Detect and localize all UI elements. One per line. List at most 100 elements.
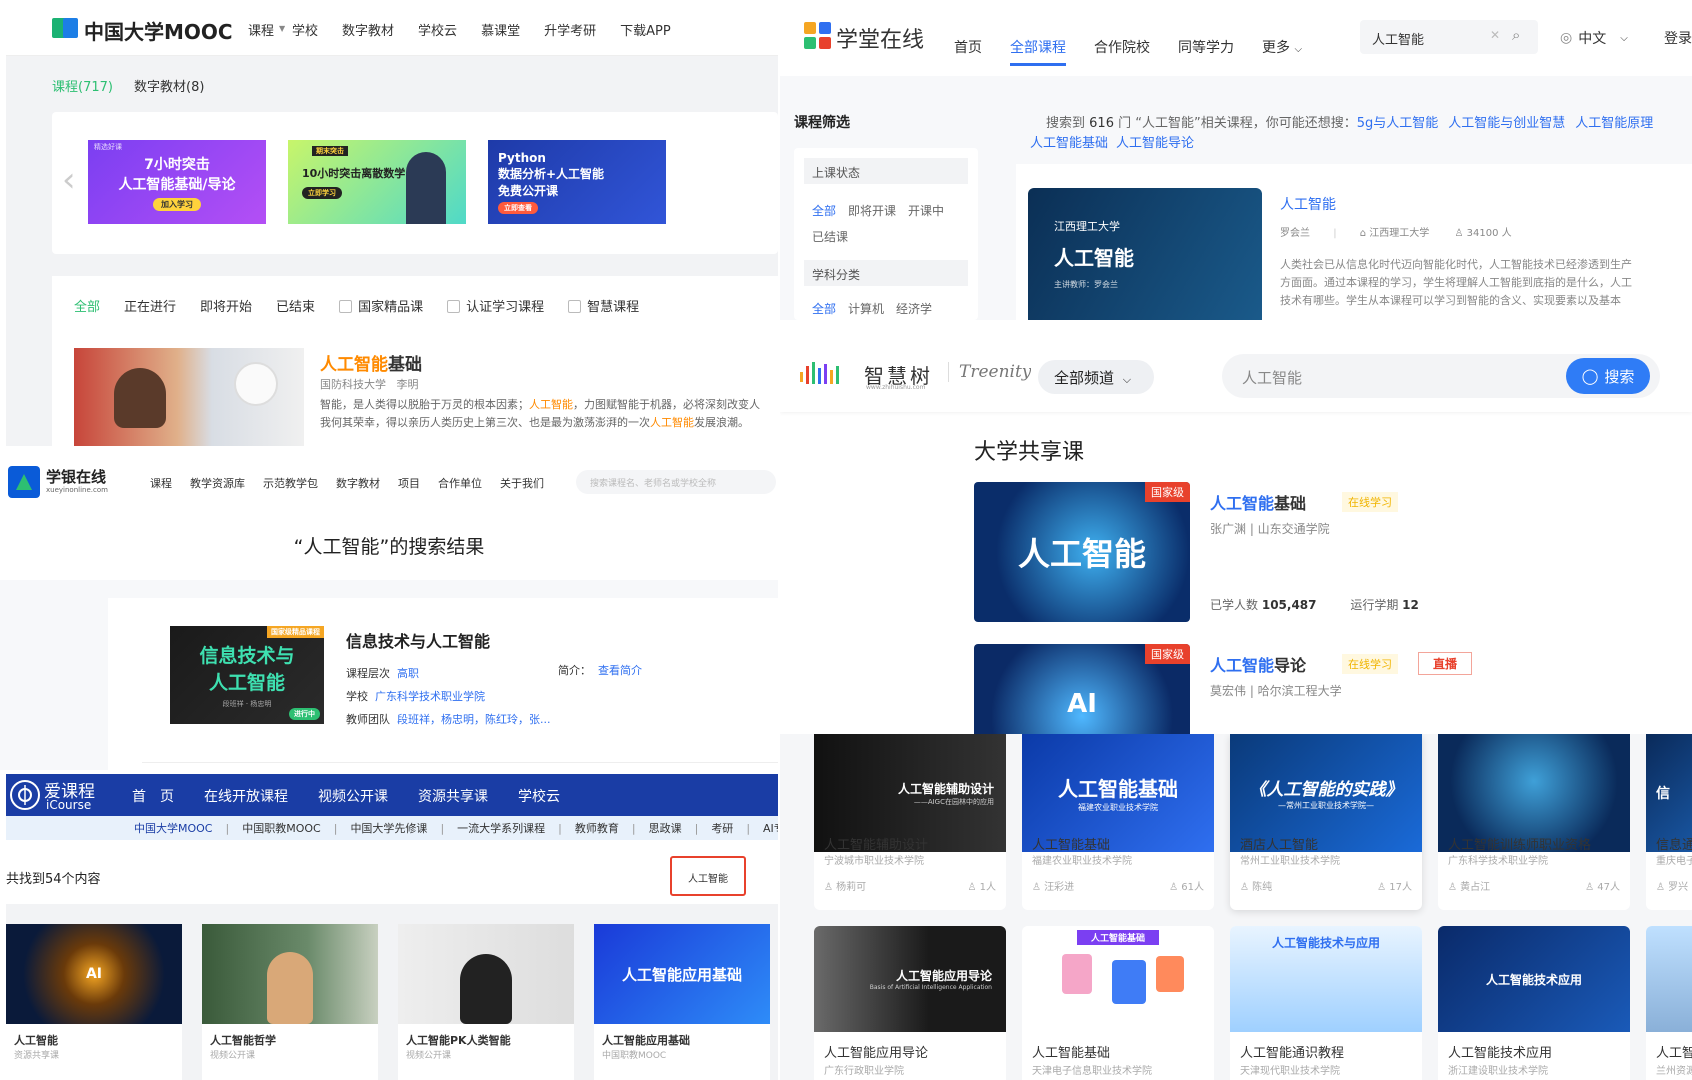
subnav-mooc[interactable]: 中国大学MOOC [134, 820, 213, 836]
xuetang-course-title[interactable]: 人工智能 [1280, 194, 1336, 214]
xuetang-language[interactable]: ◎ 中文 ⌵ [1560, 28, 1628, 48]
subnav-top-univ[interactable]: 一流大学系列课程 [457, 820, 545, 836]
subject-all[interactable]: 全部 [812, 302, 836, 316]
banner-ai-basics[interactable]: 精选好课 7小时突击 人工智能基础/导论 加入学习 [88, 140, 266, 224]
banner-python[interactable]: Python 数据分析+人工智能 免费公开课 立即查看 [488, 140, 666, 224]
grid-card-ai-app-intro[interactable]: 人工智能应用导论 Basis of Artificial Intelligenc… [814, 926, 1006, 1080]
mooc-nav-schools[interactable]: 学校 [292, 20, 318, 39]
suggest-startup[interactable]: 人工智能与创业智慧 [1448, 116, 1565, 131]
subnav-kaoyan[interactable]: 考研 [711, 820, 733, 836]
search-icon[interactable]: ⌕ [1512, 26, 1520, 44]
subnav-ideology[interactable]: 思政课 [649, 820, 682, 836]
status-all[interactable]: 全部 [812, 204, 836, 218]
grid-card-partial[interactable]: 人工智 兰州资源 [1646, 926, 1692, 1080]
icourse-nav-schoolcloud[interactable]: 学校云 [518, 786, 560, 806]
icourse-card-4[interactable]: 人工智能应用基础 人工智能应用基础 中国职教MOOC [594, 924, 770, 1080]
illustration-icon [1062, 954, 1092, 994]
filter-upcoming[interactable]: 即将开始 [200, 296, 252, 315]
subnav-prep[interactable]: 中国大学先修课 [350, 820, 427, 836]
icourse-card-1[interactable]: AI 人工智能 资源共享课 [6, 924, 182, 1080]
subject-econ[interactable]: 经济学 [896, 302, 932, 316]
tab-courses[interactable]: 课程(717) [52, 76, 113, 95]
xueyin-course-thumb[interactable]: 国家级精品课程 信息技术与 人工智能 段班祥 · 杨忠明 进行中 [170, 626, 324, 724]
grid-card-info-partial[interactable]: 信 信息通 重庆电子 ♙ 罗兴 [1646, 734, 1692, 910]
mooc-nav-mooc-class[interactable]: 慕课堂 [481, 20, 520, 39]
xuetang-nav-degree[interactable]: 同等学力 [1178, 37, 1234, 57]
xueyin-course-title[interactable]: 信息技术与人工智能 [346, 628, 490, 652]
zhs-search-input[interactable]: 人工智能 ◯ 搜索 [1222, 354, 1660, 398]
xueyin-nav-partners[interactable]: 合作单位 [438, 475, 482, 491]
xuetang-nav-home[interactable]: 首页 [954, 37, 982, 57]
icourse-card-3[interactable]: 人工智能PK人类智能 视频公开课 [398, 924, 574, 1080]
suggest-intro[interactable]: 人工智能导论 [1116, 136, 1194, 151]
suggest-basics[interactable]: 人工智能基础 [1030, 136, 1108, 151]
xueyin-nav-packages[interactable]: 示范教学包 [263, 475, 318, 491]
zhs-course-1-thumb[interactable]: 人工智能 国家级 [974, 482, 1190, 622]
xuetang-nav-all-courses[interactable]: 全部课程 [1010, 37, 1066, 66]
filter-all[interactable]: 全部 [74, 296, 100, 315]
chevron-left-icon[interactable]: ‹ [62, 160, 76, 200]
xuetang-nav-partners[interactable]: 合作院校 [1094, 37, 1150, 57]
mooc-nav-courses[interactable]: 课程 [248, 20, 274, 39]
grid-card-ai-general[interactable]: 人工智能技术与应用 人工智能通识教程 天津现代职业技术学院 [1230, 926, 1422, 1080]
mooc-nav-textbooks[interactable]: 数字教材 [342, 20, 394, 39]
mooc-logo[interactable]: 中国大学MOOC [84, 16, 233, 45]
mooc-nav-exam[interactable]: 升学考研 [544, 20, 596, 39]
xuetang-search-input[interactable]: 人工智能 ✕ ⌕ [1360, 20, 1538, 54]
grid-card-ai-tech-app[interactable]: 人工智能技术应用 人工智能技术应用 浙江建设职业技术学院 [1438, 926, 1630, 1080]
xuetang-course-meta: 罗会兰 | ⌂ 江西理工大学 ♙ 34100 人 [1280, 228, 1512, 239]
filter-ended[interactable]: 已结束 [276, 296, 315, 315]
xuetang-logo[interactable]: 学堂在线 [836, 22, 924, 54]
course-thumb-child-robot[interactable] [74, 348, 304, 446]
subnav-vocational[interactable]: 中国职教MOOC [242, 820, 321, 836]
status-upcoming[interactable]: 即将开课 [848, 204, 896, 218]
grid-card-ai-basics-fujian[interactable]: 人工智能基础 福建农业职业技术学院 人工智能基础 福建农业职业技术学院 ♙ 汪彩… [1022, 734, 1214, 910]
grid-card-ai-basics-tianjin[interactable]: 人工智能基础 人工智能基础 天津电子信息职业技术学院 [1022, 926, 1214, 1080]
xueyin-nav-resources[interactable]: 教学资源库 [190, 475, 245, 491]
xuetang-nav-more[interactable]: 更多 ⌵ [1262, 37, 1302, 57]
xueyin-nav-textbooks[interactable]: 数字教材 [336, 475, 380, 491]
view-intro-link[interactable]: 查看简介 [598, 664, 642, 677]
subnav-ai[interactable]: AI专业 [763, 820, 778, 836]
zhs-channel-select[interactable]: 全部频道 ⌵ [1038, 360, 1154, 394]
zhs-course-2-thumb[interactable]: AI 国家级 [974, 644, 1190, 734]
zhs-course-1-title[interactable]: 人工智能基础 [1210, 490, 1306, 514]
grid-card-ai-trainer[interactable]: 人工智能训练师职业资格 广东科学技术职业学院 ♙ 黄占江 ♙ 47人 [1438, 734, 1630, 910]
mooc-nav-schoolcloud[interactable]: 学校云 [418, 20, 457, 39]
filter-ongoing[interactable]: 正在进行 [124, 296, 176, 315]
clear-icon[interactable]: ✕ [1490, 28, 1500, 42]
people-icon: ♙ 61人 [1169, 882, 1204, 893]
grid-card-ai-design[interactable]: 人工智能辅助设计 ——AIGC在园林中的应用 人工智能辅助设计 宁波城市职业技术… [814, 734, 1006, 910]
xueyin-nav-about[interactable]: 关于我们 [500, 475, 544, 491]
icourse-card-2[interactable]: 人工智能哲学 视频公开课 [202, 924, 378, 1080]
check-certified[interactable]: 认证学习课程 [447, 296, 544, 315]
status-ongoing[interactable]: 开课中 [908, 204, 944, 218]
xuetang-course-thumb[interactable]: 江西理工大学 人工智能 主讲教师：罗会兰 [1028, 188, 1262, 320]
grid-card-hotel-ai[interactable]: 《人工智能的实践》 —常州工业职业技术学院— 酒店人工智能 常州工业职业技术学院… [1230, 734, 1422, 910]
xuetang-login[interactable]: 登录 [1664, 28, 1692, 48]
icourse-nav-open[interactable]: 在线开放课程 [204, 786, 288, 806]
mooc-course-title[interactable]: 人工智能基础 [320, 350, 422, 375]
subject-cs[interactable]: 计算机 [848, 302, 884, 316]
mooc-nav-download[interactable]: 下载APP [620, 20, 671, 39]
icourse-nav-video[interactable]: 视频公开课 [318, 786, 388, 806]
suggest-5g[interactable]: 5g与人工智能 [1357, 116, 1439, 131]
xueyin-school-link[interactable]: 广东科学技术职业学院 [375, 690, 485, 703]
zhs-course-2-title[interactable]: 人工智能导论 [1210, 652, 1306, 676]
icourse-nav-shared[interactable]: 资源共享课 [418, 786, 488, 806]
filter-title: 课程筛选 [794, 115, 850, 131]
check-national[interactable]: 国家精品课 [339, 296, 423, 315]
status-ended[interactable]: 已结课 [812, 230, 848, 244]
xueyin-search-input[interactable]: 搜索课程名、老师名或学校全称 [576, 470, 776, 494]
tab-textbooks[interactable]: 数字教材(8) [134, 76, 204, 95]
icourse-nav-home[interactable]: 首 页 [132, 786, 174, 806]
subnav-teacher[interactable]: 教师教育 [575, 820, 619, 836]
xueyin-logo[interactable]: 学银在线 [46, 466, 106, 487]
check-smart[interactable]: 智慧课程 [568, 296, 639, 315]
icourse-search-tag[interactable]: 人工智能 [670, 856, 746, 896]
suggest-principles[interactable]: 人工智能原理 [1575, 116, 1653, 131]
banner-discrete-math[interactable]: 期末突击 10小时突击离散数学 立即学习 [288, 140, 466, 224]
xueyin-nav-courses[interactable]: 课程 [150, 475, 172, 491]
zhs-search-button[interactable]: ◯ 搜索 [1566, 358, 1650, 394]
xueyin-nav-projects[interactable]: 项目 [398, 475, 420, 491]
